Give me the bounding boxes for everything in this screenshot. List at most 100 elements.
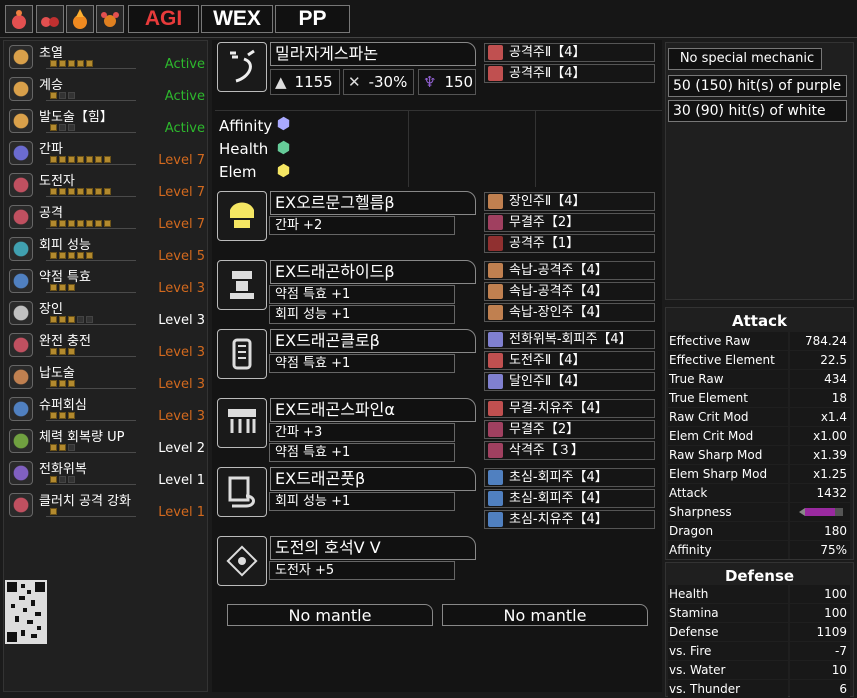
armor-name[interactable]: EX드래곤하이드β (270, 260, 476, 284)
skill-gem-icon (9, 77, 33, 101)
attack-row: Effective Element 22.5 (668, 351, 850, 369)
skill-row[interactable]: 도전자 Level 7 (6, 170, 207, 201)
decoration-icon (488, 353, 503, 368)
armor-name[interactable]: EX오르문그헬름β (270, 191, 476, 215)
skill-pip (86, 316, 93, 323)
skill-name: 클러치 공격 강화 (39, 494, 131, 509)
charm-icon[interactable] (217, 536, 267, 586)
decoration-slot[interactable]: 삭격주【３】 (484, 441, 655, 460)
skill-row[interactable]: 체력 회복량 UP Level 2 (6, 426, 207, 457)
skill-row[interactable]: 약점 특효 Level 3 (6, 266, 207, 297)
decoration-icon (488, 284, 503, 299)
armor-icon[interactable] (217, 467, 267, 517)
weapon-icon[interactable] (217, 42, 267, 92)
skill-level-pips (46, 348, 136, 357)
skill-pip (68, 124, 75, 131)
skill-level: Active (164, 121, 205, 136)
fire-bug-icon[interactable] (96, 5, 124, 33)
skill-row[interactable]: 공격 Level 7 (6, 202, 207, 233)
skill-row[interactable]: 전화위복 Level 1 (6, 458, 207, 489)
decoration-icon (488, 66, 503, 81)
decoration-slot[interactable]: 초심-회피주【4】 (484, 489, 655, 508)
skill-pip (68, 380, 75, 387)
weapon-decoration-slot[interactable]: 공격주Ⅱ【4】 (484, 43, 655, 62)
armor-skill: 간파 +3 (269, 423, 455, 442)
decoration-slot[interactable]: 무결주【2】 (484, 213, 655, 232)
weapon-decoration-slot[interactable]: 공격주Ⅱ【4】 (484, 64, 655, 83)
skill-name: 간파 (39, 142, 63, 157)
skill-row[interactable]: 슈퍼회심 Level 3 (6, 394, 207, 425)
decoration-slot[interactable]: 무결-치유주【4】 (484, 399, 655, 418)
skill-name: 납도술 (39, 366, 75, 381)
attack-row: Elem Crit Mod x1.00 (668, 427, 850, 445)
armor-icon[interactable] (217, 398, 267, 448)
decoration-slot[interactable]: 무결주【2】 (484, 420, 655, 439)
dragon-element-icon: ♆ (423, 73, 437, 91)
skill-pip (68, 188, 75, 195)
skill-pip (86, 252, 93, 259)
decoration-icon (488, 236, 503, 251)
skill-row[interactable]: 장인 Level 3 (6, 298, 207, 329)
skill-pip (50, 444, 57, 451)
decoration-icon (488, 45, 503, 60)
armor-icon[interactable] (217, 260, 267, 310)
pp-button[interactable]: PP (275, 5, 350, 33)
stat-label: True Element (668, 389, 788, 407)
skill-level-pips (46, 412, 136, 421)
skill-row[interactable]: 클러치 공격 강화 Level 1 (6, 490, 207, 521)
stat-value: 75% (790, 541, 850, 559)
attack-row: Raw Sharp Mod x1.39 (668, 446, 850, 464)
armor-name[interactable]: EX드래곤풋β (270, 467, 476, 491)
skill-pip (77, 60, 84, 67)
skill-name: 약점 특효 (39, 270, 91, 285)
skill-row[interactable]: 발도술【힘】 Active (6, 106, 207, 137)
decoration-icon (488, 263, 503, 278)
decoration-slot[interactable]: 공격주【1】 (484, 234, 655, 253)
decoration-slot[interactable]: 속납-장인주【4】 (484, 303, 655, 322)
fire-slime-icon[interactable] (66, 5, 94, 33)
hits-purple: 50 (150) hit(s) of purple (668, 75, 847, 97)
defense-row: Defense 1109 (668, 623, 850, 641)
agi-button[interactable]: AGI (128, 5, 199, 33)
decoration-slot[interactable]: 전화위복-회피주【4】 (484, 330, 655, 349)
mantle-slot-1[interactable]: No mantle (227, 604, 433, 626)
skill-row[interactable]: 간파 Level 7 (6, 138, 207, 169)
skill-pip (50, 92, 57, 99)
decoration-slot[interactable]: 속납-공격주【4】 (484, 261, 655, 280)
stat-value: x1.4 (790, 408, 850, 426)
decoration-slot[interactable]: 속납-공격주【4】 (484, 282, 655, 301)
decoration-name: 무결-치유주【4】 (509, 401, 608, 416)
skill-row[interactable]: 계승 Active (6, 74, 207, 105)
mantle-slot-2[interactable]: No mantle (442, 604, 648, 626)
skill-row[interactable]: 회피 성능 Level 5 (6, 234, 207, 265)
decoration-name: 무결주【2】 (509, 215, 580, 230)
armor-name[interactable]: EX드래곤클로β (270, 329, 476, 353)
skill-gem-icon (9, 205, 33, 229)
skill-level-pips (46, 508, 136, 517)
decoration-slot[interactable]: 도전주Ⅱ【4】 (484, 351, 655, 370)
skill-pip (59, 188, 66, 195)
armor-icon[interactable] (217, 329, 267, 379)
armor-icon[interactable] (217, 191, 267, 241)
decoration-slot[interactable]: 초심-치유주【4】 (484, 510, 655, 529)
decoration-slot[interactable]: 장인주Ⅱ【4】 (484, 192, 655, 211)
attack-heading: Attack (732, 312, 787, 330)
skill-pip (104, 188, 111, 195)
sharpness-bar (790, 503, 850, 521)
flame-slime-icon[interactable] (5, 5, 33, 33)
armor-name[interactable]: EX드래곤스파인α (270, 398, 476, 422)
skill-row[interactable]: 납도술 Level 3 (6, 362, 207, 393)
wex-button[interactable]: WEX (201, 5, 273, 33)
weapon-name[interactable]: 밀라자게스파논 (270, 42, 476, 66)
charm-name[interactable]: 도전의 호석Ⅴ Ⅴ (270, 536, 476, 560)
stat-label: True Raw (668, 370, 788, 388)
decoration-slot[interactable]: 달인주Ⅱ【4】 (484, 372, 655, 391)
skill-level: Level 3 (158, 313, 205, 328)
decoration-slot[interactable]: 초심-회피주【4】 (484, 468, 655, 487)
elem-label: Elem (219, 163, 257, 181)
decoration-name: 초심-회피주【4】 (509, 491, 608, 506)
skill-row[interactable]: 완전 충전 Level 3 (6, 330, 207, 361)
skill-level-pips (46, 284, 136, 293)
dual-slime-icon[interactable] (36, 5, 64, 33)
skill-row[interactable]: 초열 Active (6, 42, 207, 73)
